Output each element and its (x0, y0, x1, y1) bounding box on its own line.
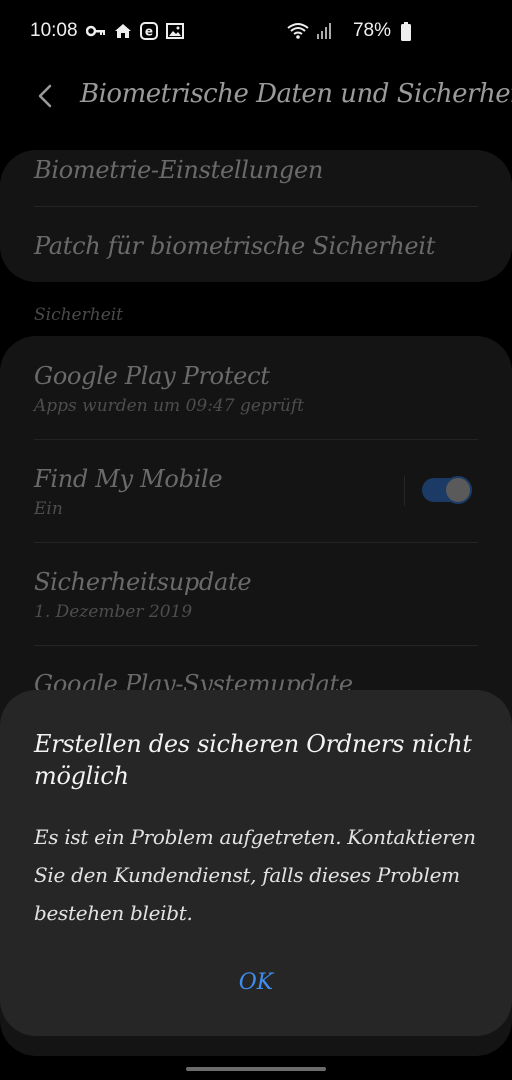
list-item-subtitle: Apps wurden um 09:47 geprüft (34, 396, 304, 416)
dialog-title: Erstellen des sicheren Ordners nicht mög… (34, 730, 472, 790)
list-item-subtitle: Ein (34, 499, 63, 519)
back-button[interactable] (32, 80, 60, 112)
find-my-mobile-toggle[interactable] (422, 474, 472, 506)
biometric-settings-card: Biometrie-Einstellungen Patch für biomet… (0, 150, 512, 282)
divider (34, 542, 478, 543)
key-icon (86, 25, 105, 37)
page-title: Biometrische Daten und Sicherheit (80, 79, 512, 109)
status-time: 10:08 (30, 20, 78, 41)
battery-percentage: 78% (352, 20, 391, 41)
divider (34, 439, 478, 440)
toggle-thumb (444, 476, 472, 504)
list-item-find-my-mobile[interactable]: Find My Mobile Ein (34, 465, 478, 519)
list-item-biometric-security-patch[interactable]: Patch für biometrische Sicherheit (34, 232, 478, 260)
status-bar: 10:08 e 78% (0, 0, 512, 64)
chevron-left-icon (38, 84, 52, 108)
list-item-subtitle: 1. Dezember 2019 (34, 602, 193, 622)
divider (34, 645, 478, 646)
list-item-title: Find My Mobile (34, 465, 223, 493)
error-dialog: Erstellen des sicheren Ordners nicht mög… (0, 690, 512, 1036)
image-icon (166, 23, 184, 39)
status-notification-icons: e (86, 22, 184, 40)
signal-icon (317, 23, 331, 39)
home-indicator[interactable] (186, 1067, 326, 1071)
divider (34, 206, 478, 207)
list-item-security-update[interactable]: Sicherheitsupdate 1. Dezember 2019 (34, 568, 478, 622)
dialog-message: Es ist ein Problem aufgetreten. Kontakti… (34, 825, 476, 925)
home-icon (115, 24, 131, 38)
battery-icon (401, 22, 411, 41)
list-item-title: Sicherheitsupdate (34, 568, 252, 596)
list-item-google-play-protect[interactable]: Google Play Protect Apps wurden um 09:47… (34, 362, 478, 416)
app-header: Biometrische Daten und Sicherheit (0, 64, 512, 128)
list-item-title: Google Play Protect (34, 362, 270, 390)
list-item-biometrics-settings[interactable]: Biometrie-Einstellungen (34, 156, 478, 184)
wifi-icon (287, 23, 309, 39)
e-app-icon: e (140, 22, 158, 40)
list-item-title: Biometrie-Einstellungen (34, 156, 324, 184)
ok-button[interactable]: OK (206, 960, 306, 1006)
svg-text:e: e (145, 25, 153, 39)
status-system-icons (286, 22, 332, 40)
section-header-security: Sicherheit (34, 305, 124, 325)
list-item-title: Patch für biometrische Sicherheit (34, 232, 436, 260)
toggle-separator (404, 476, 405, 506)
